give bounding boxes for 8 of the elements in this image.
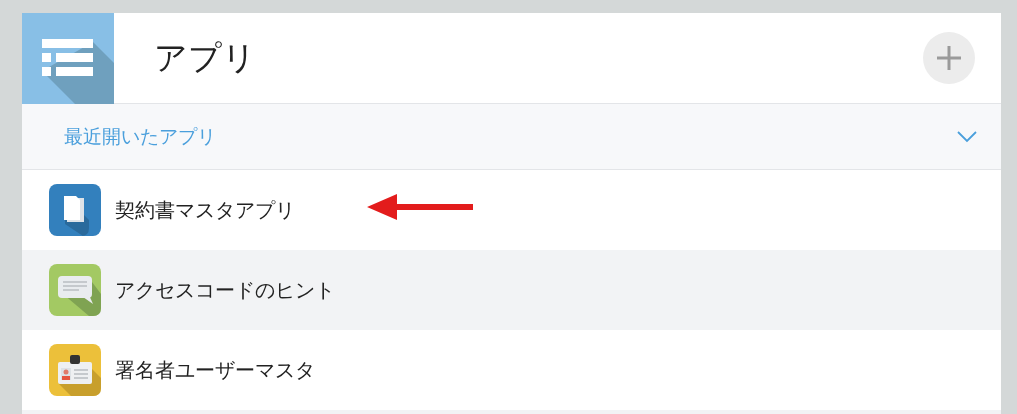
chevron-icon xyxy=(957,130,977,143)
page-title: アプリ xyxy=(154,37,256,80)
app-list-item[interactable]: アクセスコードのヒント xyxy=(22,250,1001,330)
document-icon xyxy=(49,184,101,236)
speech-bubble-icon xyxy=(49,264,101,316)
plus-icon xyxy=(936,45,962,71)
add-button[interactable] xyxy=(923,32,975,84)
id-card-icon xyxy=(49,344,101,396)
